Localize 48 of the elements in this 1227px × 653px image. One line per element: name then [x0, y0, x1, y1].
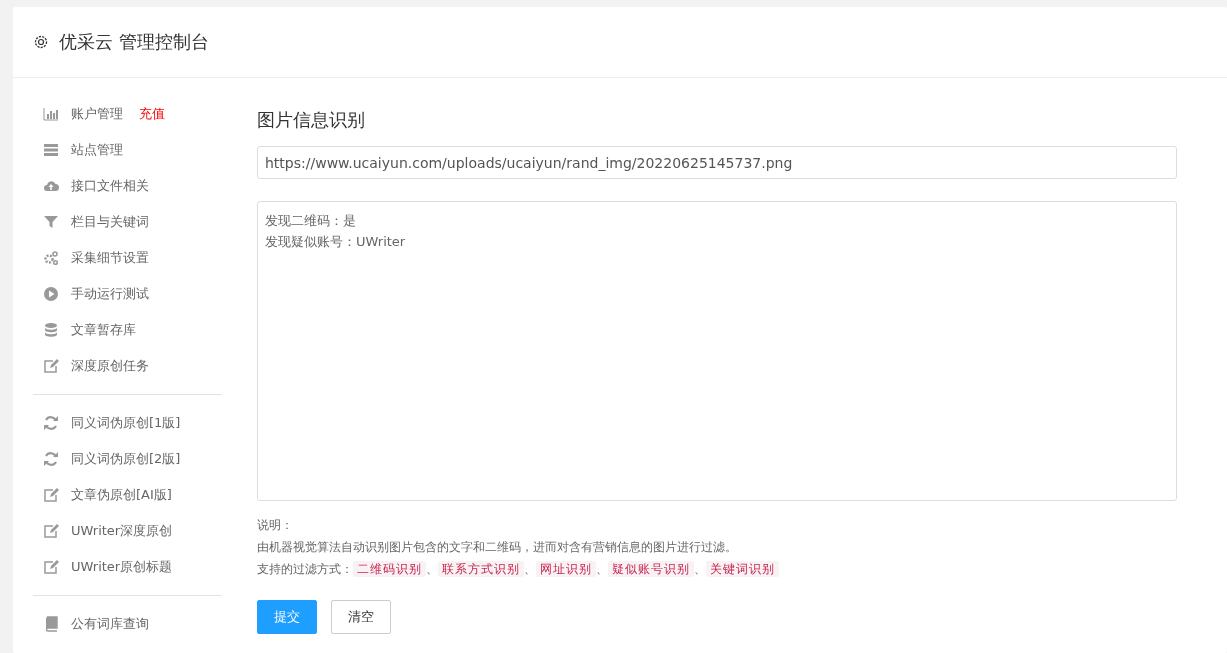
recharge-link[interactable]: 充值 [139, 105, 165, 123]
result-box[interactable]: 发现二维码：是 发现疑似账号：UWriter [257, 201, 1177, 501]
book-icon [43, 616, 59, 632]
sidebar-link[interactable]: 站点管理 [71, 141, 123, 159]
sidebar-link[interactable]: UWriter原创标题 [71, 558, 173, 576]
method-tag: 关键词识别 [706, 561, 779, 577]
edit-icon [43, 487, 59, 503]
sidebar-link[interactable]: 采集细节设置 [71, 249, 149, 267]
clear-button[interactable]: 清空 [331, 600, 391, 634]
server-icon [43, 142, 59, 158]
edit-icon [43, 559, 59, 575]
refresh-icon [43, 415, 59, 431]
url-field[interactable]: https://www.ucaiyun.com/uploads/ucaiyun/rand_img/20220625145737.png [257, 146, 1177, 179]
method-tag: 二维码识别 [353, 561, 426, 577]
sidebar-link[interactable]: 账户管理 [71, 105, 123, 123]
play-icon [43, 286, 59, 302]
sidebar-link[interactable]: 公有词库查询 [71, 615, 149, 633]
chart-icon [43, 106, 59, 122]
refresh-icon [43, 451, 59, 467]
sidebar-link[interactable]: 文章伪原创[AI版] [71, 486, 172, 504]
sidebar-link[interactable]: 接口文件相关 [71, 177, 149, 195]
sidebar-link[interactable]: 手动运行测试 [71, 285, 149, 303]
separator: 、 [694, 562, 706, 576]
filter-icon [43, 214, 59, 230]
sidebar-link[interactable]: 文章暂存库 [71, 321, 136, 339]
sidebar-link[interactable]: 同义词伪原创[1版] [71, 414, 181, 432]
result-line: 发现二维码：是 [265, 212, 357, 230]
cloud-upload-icon [43, 178, 59, 194]
database-icon [43, 322, 59, 338]
method-tag: 疑似账号识别 [608, 561, 694, 577]
separator: 、 [596, 562, 608, 576]
sidebar-link[interactable]: 栏目与关键词 [71, 213, 149, 231]
sidebar-link[interactable]: 同义词伪原创[2版] [71, 450, 181, 468]
result-line: 发现疑似账号：UWriter [265, 233, 407, 251]
description-text: 由机器视觉算法自动识别图片包含的文字和二维码，进而对含有营销信息的图片进行过滤。 [257, 539, 738, 556]
separator: 、 [524, 562, 536, 576]
method-tag: 联系方式识别 [438, 561, 524, 577]
edit-icon [43, 523, 59, 539]
method-tag: 网址识别 [536, 561, 596, 577]
notes-heading: 说明： [257, 517, 294, 534]
methods-label: 支持的过滤方式： [257, 562, 353, 576]
sidebar-link[interactable]: UWriter深度原创 [71, 522, 173, 540]
edit-icon [43, 358, 59, 374]
settings-icon [33, 34, 49, 50]
console-title: 优采云 管理控制台 [59, 30, 209, 54]
separator: 、 [426, 562, 438, 576]
sidebar-link[interactable]: 深度原创任务 [71, 357, 149, 375]
section-title: 图片信息识别 [257, 108, 366, 132]
